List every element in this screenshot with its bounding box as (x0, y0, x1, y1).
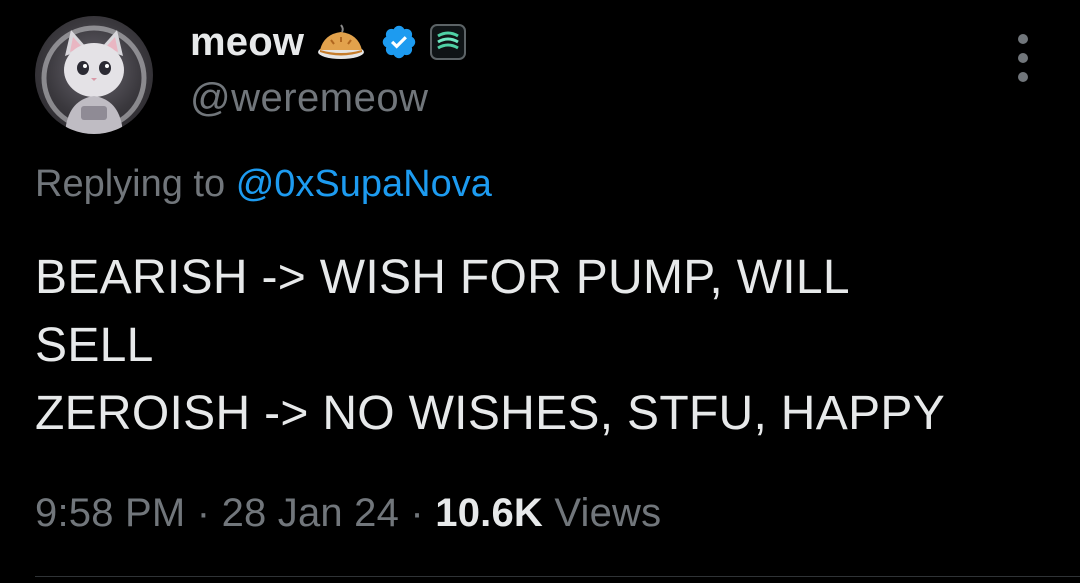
divider (35, 576, 1080, 577)
more-options-button[interactable] (1010, 34, 1036, 82)
reply-mention-link[interactable]: @0xSupaNova (236, 163, 492, 205)
meta-separator: · (410, 491, 424, 535)
more-dot-icon (1018, 34, 1028, 44)
tweet-meta: 9:58 PM · 28 Jan 24 · 10.6K Views (35, 491, 661, 536)
more-dot-icon (1018, 53, 1028, 63)
replying-to-label: Replying to (35, 163, 226, 205)
display-name[interactable]: meow (190, 20, 304, 65)
tweet-time[interactable]: 9:58 PM (35, 491, 185, 535)
avatar-cat-astronaut-image (41, 25, 147, 134)
author-name-row: meow (190, 18, 467, 66)
tweet: meow @weremeow Replying to @0xSupaNova B… (0, 0, 1080, 583)
author-header: meow @weremeow (190, 18, 467, 121)
meta-separator: · (196, 491, 211, 535)
affiliate-badge-icon[interactable] (430, 24, 467, 60)
tweet-date[interactable]: 28 Jan 24 (222, 491, 400, 535)
more-dot-icon (1018, 72, 1028, 82)
views-label: Views (554, 491, 662, 535)
replying-to: Replying to @0xSupaNova (35, 163, 492, 206)
views-count[interactable]: 10.6K (435, 491, 543, 535)
verified-badge-icon[interactable] (380, 23, 418, 61)
author-handle[interactable]: @weremeow (190, 76, 466, 121)
tweet-text: BEARISH -> WISH FOR PUMP, WILL SELL ZERO… (35, 251, 946, 440)
avatar[interactable] (35, 16, 153, 134)
pie-emoji-icon (316, 22, 366, 62)
